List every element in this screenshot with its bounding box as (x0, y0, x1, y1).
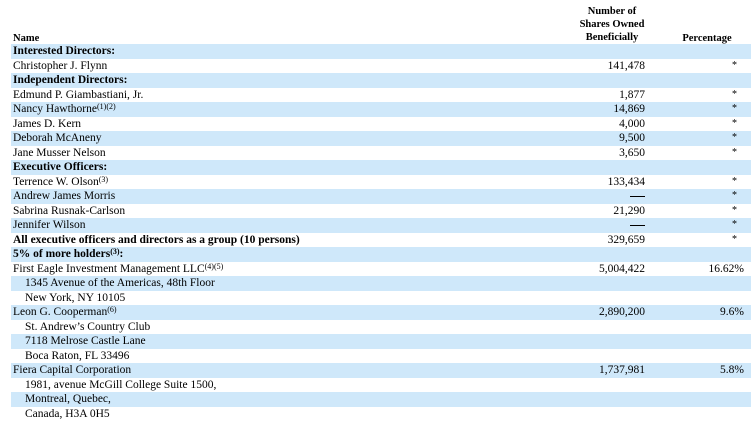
row-name: Interested Directors: (13, 44, 115, 59)
row-shares (630, 218, 645, 233)
row-name: Leon G. Cooperman (13, 306, 107, 318)
row-shares: 329,659 (608, 233, 645, 248)
row-name: Boca Raton, FL 33496 (25, 349, 129, 364)
footnote-ref: (3) (99, 175, 108, 184)
dash-mark (630, 196, 645, 197)
row-name: 5% of more holders (13, 248, 110, 260)
ownership-table: Interested Directors:Christopher J. Flyn… (11, 44, 751, 421)
row-name-wrap: 5% of more holders(3): (13, 247, 123, 262)
row-name: 1345 Avenue of the Americas, 48th Floor (25, 276, 215, 291)
row-percentage: * (732, 233, 737, 248)
row-name: 1981, avenue McGill College Suite 1500, (25, 378, 216, 393)
row-name-wrap: Terrence W. Olson(3) (13, 175, 108, 190)
table-row: First Eagle Investment Management LLC(4)… (11, 262, 751, 277)
row-name: Nancy Hawthorne (13, 103, 97, 115)
row-percentage: * (732, 59, 737, 74)
row-name: St. Andrew’s Country Club (25, 320, 150, 335)
table-row: Deborah McAneny 9,500 * (11, 131, 751, 146)
row-percentage: * (732, 146, 737, 161)
row-shares: 9,500 (619, 131, 645, 146)
row-shares: 2,890,200 (599, 305, 645, 320)
row-shares: 14,869 (613, 102, 645, 117)
table-row: Jane Musser Nelson 3,650 * (11, 146, 751, 161)
row-name: James D. Kern (13, 117, 81, 132)
row-name: Deborah McAneny (13, 131, 101, 146)
footnote-ref: (3) (110, 247, 119, 256)
row-name: Edmund P. Giambastiani, Jr. (13, 88, 143, 103)
section-heading: Independent Directors: (11, 73, 751, 88)
section-heading: 5% of more holders(3): (11, 247, 751, 262)
row-percentage: * (732, 189, 737, 204)
row-name: Montreal, Quebec, (25, 392, 111, 407)
row-name: All executive officers and directors as … (13, 233, 300, 248)
row-name: Jennifer Wilson (13, 218, 85, 233)
section-heading: Interested Directors: (11, 44, 751, 59)
table-row: James D. Kern 4,000 * (11, 117, 751, 132)
row-name: Executive Officers: (13, 160, 107, 175)
row-percentage: * (732, 88, 737, 103)
row-percentage: 5.8% (720, 363, 744, 378)
row-name-wrap: Nancy Hawthorne(1)(2) (13, 102, 116, 117)
row-name: Independent Directors: (13, 73, 127, 88)
section-heading: Executive Officers: (11, 160, 751, 175)
row-percentage: * (732, 102, 737, 117)
table-row: Andrew James Morris * (11, 189, 751, 204)
address-line: 7118 Melrose Castle Lane (11, 334, 751, 349)
row-shares: 4,000 (619, 117, 645, 132)
row-shares: 133,434 (608, 175, 645, 190)
address-line: Boca Raton, FL 33496 (11, 349, 751, 364)
row-shares: 141,478 (608, 59, 645, 74)
row-shares (630, 189, 645, 204)
row-name-wrap: Leon G. Cooperman(6) (13, 305, 117, 320)
table-row: Nancy Hawthorne(1)(2) 14,869 * (11, 102, 751, 117)
footnote-ref: (1)(2) (97, 102, 116, 111)
row-percentage: * (732, 131, 737, 146)
row-percentage: * (732, 117, 737, 132)
row-name: Sabrina Rusnak-Carlson (13, 204, 125, 219)
table-row: Edmund P. Giambastiani, Jr. 1,877 * (11, 88, 751, 103)
address-line: St. Andrew’s Country Club (11, 320, 751, 335)
row-name: Jane Musser Nelson (13, 146, 106, 161)
table-row: Jennifer Wilson * (11, 218, 751, 233)
table-row: Leon G. Cooperman(6) 2,890,200 9.6% (11, 305, 751, 320)
row-percentage: 9.6% (720, 305, 744, 320)
row-name: Terrence W. Olson (13, 176, 99, 188)
row-percentage: * (732, 204, 737, 219)
row-shares: 5,004,422 (599, 262, 645, 277)
row-percentage: * (732, 175, 737, 190)
row-shares: 1,877 (619, 88, 645, 103)
dash-mark (630, 225, 645, 226)
row-name: Andrew James Morris (13, 189, 115, 204)
address-line: Montreal, Quebec, (11, 392, 751, 407)
table-row: Fiera Capital Corporation 1,737,981 5.8% (11, 363, 751, 378)
table-row: Sabrina Rusnak-Carlson 21,290 * (11, 204, 751, 219)
address-line: 1345 Avenue of the Americas, 48th Floor (11, 276, 751, 291)
footnote-ref: (4)(5) (205, 262, 224, 271)
row-shares: 3,650 (619, 146, 645, 161)
row-percentage: 16.62% (709, 262, 744, 277)
address-line: 1981, avenue McGill College Suite 1500, (11, 378, 751, 393)
footnote-ref: (6) (107, 305, 116, 314)
table-row: Terrence W. Olson(3) 133,434 * (11, 175, 751, 190)
row-name: Canada, H3A 0H5 (25, 407, 110, 421)
table-row: All executive officers and directors as … (11, 233, 751, 248)
address-line: New York, NY 10105 (11, 291, 751, 306)
row-percentage: * (732, 218, 737, 233)
row-shares: 1,737,981 (599, 363, 645, 378)
row-name: Christopher J. Flynn (13, 59, 107, 74)
heading-suffix: : (120, 248, 124, 260)
row-name: 7118 Melrose Castle Lane (25, 334, 146, 349)
row-name: New York, NY 10105 (25, 291, 125, 306)
header-shares: Number of Shares Owned Beneficially (570, 5, 654, 45)
address-line: Canada, H3A 0H5 (11, 407, 751, 421)
row-shares: 21,290 (613, 204, 645, 219)
table-row: Christopher J. Flynn 141,478 * (11, 59, 751, 74)
row-name: First Eagle Investment Management LLC (13, 263, 205, 275)
row-name-wrap: First Eagle Investment Management LLC(4)… (13, 262, 223, 277)
row-name: Fiera Capital Corporation (13, 363, 131, 378)
